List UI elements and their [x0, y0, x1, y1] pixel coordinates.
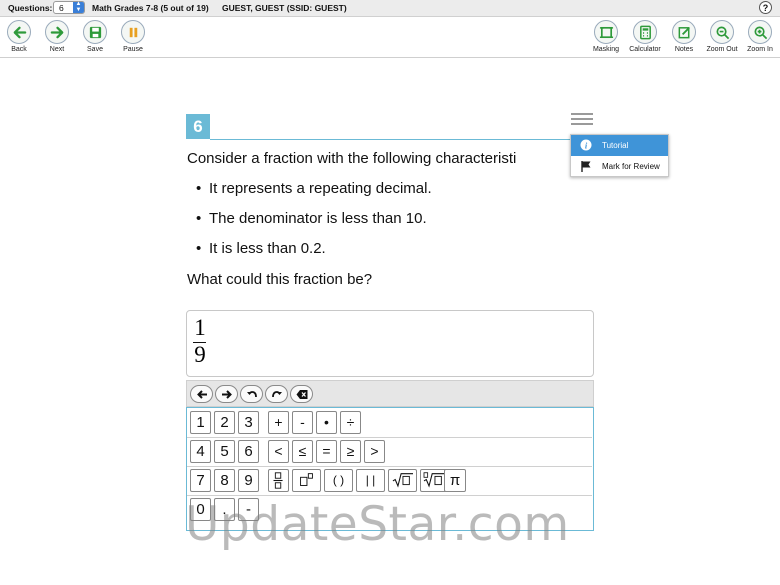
bullet-dot: • — [196, 210, 202, 227]
question-number-badge: 6 — [186, 114, 210, 139]
next-label: Next — [49, 46, 65, 53]
key-3[interactable]: 3 — [238, 411, 259, 434]
calculator-button[interactable]: Calculator — [627, 20, 663, 53]
menu-item-tutorial-label: Tutorial — [602, 141, 629, 150]
zoom-in-button[interactable]: Zoom In — [742, 20, 778, 53]
top-bar: Questions: 6 ▲ ▼ Math Grades 7-8 (5 out o… — [0, 0, 780, 17]
key-5[interactable]: 5 — [214, 440, 235, 463]
cursor-right-button[interactable] — [215, 385, 238, 403]
key-less-equal[interactable]: ≤ — [292, 440, 313, 463]
masking-label: Masking — [592, 46, 620, 53]
pause-icon — [121, 20, 145, 44]
key-4[interactable]: 4 — [190, 440, 211, 463]
masking-button[interactable]: Masking — [588, 20, 624, 53]
question-header-divider — [210, 139, 594, 140]
bullet-item: It is less than 0.2. — [209, 240, 326, 257]
key-minus[interactable]: - — [292, 411, 313, 434]
fraction-numerator: 1 — [194, 315, 206, 340]
zoom-in-icon — [748, 20, 772, 44]
save-label: Save — [87, 46, 103, 53]
key-1[interactable]: 1 — [190, 411, 211, 434]
menu-item-mark-for-review[interactable]: Mark for Review — [571, 156, 668, 177]
key-plus[interactable]: + — [268, 411, 289, 434]
question-ask: What could this fraction be? — [187, 271, 373, 288]
calculator-icon — [633, 20, 657, 44]
fraction-template-icon — [273, 472, 283, 489]
key-fraction-template[interactable] — [268, 469, 289, 492]
backspace-icon — [296, 390, 308, 399]
questions-label: Questions: — [8, 3, 53, 13]
zoom-in-label: Zoom In — [747, 46, 773, 53]
menu-item-mark-for-review-label: Mark for Review — [602, 162, 660, 171]
notes-button[interactable]: Notes — [666, 20, 702, 53]
arrow-right-icon — [222, 390, 232, 399]
menu-item-tutorial[interactable]: i Tutorial — [571, 135, 668, 156]
question-select[interactable]: 6 ▲ ▼ — [53, 1, 85, 14]
key-greater-equal[interactable]: ≥ — [340, 440, 361, 463]
key-absolute-value[interactable]: | | — [356, 469, 385, 492]
calculator-label: Calculator — [629, 46, 661, 53]
backspace-button[interactable] — [290, 385, 313, 403]
key-7[interactable]: 7 — [190, 469, 211, 492]
course-title: Math Grades 7-8 (5 out of 19) — [92, 3, 209, 13]
key-6[interactable]: 6 — [238, 440, 259, 463]
next-button[interactable]: Next — [39, 20, 75, 53]
key-greater-than[interactable]: > — [364, 440, 385, 463]
zoom-out-button[interactable]: Zoom Out — [704, 20, 740, 53]
key-pi[interactable]: π — [444, 469, 466, 492]
pause-button[interactable]: Pause — [115, 20, 151, 53]
save-button[interactable]: Save — [77, 20, 113, 53]
key-exponent-template[interactable] — [292, 469, 321, 492]
key-equals[interactable]: = — [316, 440, 337, 463]
key-divide[interactable]: ÷ — [340, 411, 361, 434]
select-arrows-icon: ▲ ▼ — [73, 1, 84, 13]
question-context-menu: i Tutorial Mark for Review — [570, 134, 669, 177]
question-prompt: Consider a fraction with the following c… — [187, 150, 517, 167]
question-select-value: 6 — [59, 3, 64, 13]
key-2[interactable]: 2 — [214, 411, 235, 434]
key-parentheses[interactable]: ( ) — [324, 469, 353, 492]
key-less-than[interactable]: < — [268, 440, 289, 463]
bullet-item: The denominator is less than 10. — [209, 210, 427, 227]
cursor-left-button[interactable] — [190, 385, 213, 403]
hamburger-menu-icon[interactable] — [571, 113, 593, 127]
keypad-row-divider — [187, 495, 592, 496]
arrow-left-icon — [197, 390, 207, 399]
back-label: Back — [11, 46, 27, 53]
bullet-item: It represents a repeating decimal. — [209, 180, 432, 197]
pause-label: Pause — [123, 46, 143, 53]
zoom-out-icon — [710, 20, 734, 44]
save-icon — [83, 20, 107, 44]
fraction-denominator: 9 — [194, 342, 206, 367]
notes-label: Notes — [674, 46, 694, 53]
redo-icon — [272, 391, 282, 398]
flag-icon — [581, 161, 591, 172]
bullet-dot: • — [196, 180, 202, 197]
notes-icon — [672, 20, 696, 44]
next-icon — [45, 20, 69, 44]
square-root-icon — [392, 473, 413, 488]
key-square-root[interactable] — [388, 469, 417, 492]
key-9[interactable]: 9 — [238, 469, 259, 492]
key-multiply[interactable]: • — [316, 411, 337, 434]
help-button[interactable]: ? — [759, 1, 772, 14]
redo-button[interactable] — [265, 385, 288, 403]
undo-button[interactable] — [240, 385, 263, 403]
keypad-row-divider — [187, 437, 592, 438]
back-icon — [7, 20, 31, 44]
undo-icon — [247, 391, 257, 398]
bullet-dot: • — [196, 240, 202, 257]
user-info: GUEST, GUEST (SSID: GUEST) — [222, 3, 347, 13]
exponent-template-icon — [300, 473, 313, 486]
zoom-out-label: Zoom Out — [706, 46, 738, 53]
keypad-row-divider — [187, 466, 592, 467]
key-8[interactable]: 8 — [214, 469, 235, 492]
masking-icon — [594, 20, 618, 44]
back-button[interactable]: Back — [1, 20, 37, 53]
equation-editor-toolbar — [186, 380, 594, 407]
answer-input-box[interactable]: 1 9 — [186, 310, 594, 377]
info-icon: i — [580, 139, 592, 151]
toolbar: Back Next Save Pause Masking Calculator — [0, 17, 780, 58]
watermark: UpdateStar.com — [185, 497, 570, 552]
